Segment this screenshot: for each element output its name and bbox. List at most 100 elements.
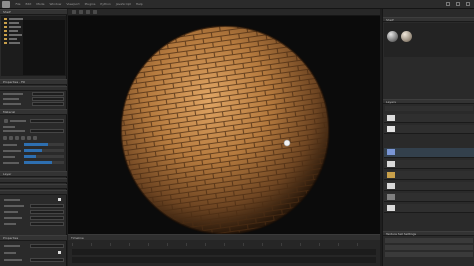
texture-set-header[interactable]: Texture Set Settings <box>383 231 474 236</box>
footer-properties-header[interactable]: Properties <box>0 235 67 241</box>
menu-mode[interactable]: Mode <box>34 0 47 9</box>
property-field[interactable] <box>30 258 64 262</box>
material-preset-icon[interactable] <box>387 31 398 42</box>
tree-item[interactable] <box>9 18 23 20</box>
parameter-slider[interactable] <box>24 155 64 158</box>
channel-icon[interactable] <box>9 136 13 140</box>
checkbox[interactable] <box>58 198 61 201</box>
minimize-icon[interactable] <box>446 2 450 6</box>
property-row <box>3 150 21 152</box>
slider-fill <box>24 161 52 164</box>
property-field[interactable] <box>30 216 64 220</box>
layer-row[interactable] <box>384 193 474 202</box>
property-field[interactable] <box>32 97 64 101</box>
layer-title: Layer <box>3 172 12 176</box>
shelf-title: Shelf <box>3 10 11 14</box>
display-icon[interactable] <box>86 10 90 14</box>
properties-header[interactable]: Properties - Fill <box>0 79 67 85</box>
maximize-icon[interactable] <box>456 2 460 6</box>
material-sphere[interactable] <box>68 16 380 234</box>
subsection-header[interactable] <box>0 178 67 183</box>
slider-fill <box>24 155 36 158</box>
texture-set-row[interactable] <box>385 252 473 257</box>
channel-icon[interactable] <box>33 136 37 140</box>
layer-thumbnail <box>387 115 395 121</box>
shelf-header[interactable]: Shelf <box>0 9 67 15</box>
camera-icon[interactable] <box>79 10 83 14</box>
property-row <box>3 103 21 105</box>
channel-icon[interactable] <box>3 136 7 140</box>
menu-window[interactable]: Window <box>47 0 64 9</box>
folder-icon <box>4 38 7 40</box>
property-field[interactable] <box>32 92 64 96</box>
layer-thumbnail <box>387 194 395 200</box>
tree-item[interactable] <box>9 30 18 32</box>
timeline-ruler[interactable] <box>72 243 376 246</box>
property-row <box>4 205 24 207</box>
texture-set-row[interactable] <box>385 238 473 243</box>
folder-icon <box>4 34 7 36</box>
menu-bar: File Edit Mode Window Viewport Plugins P… <box>0 0 474 9</box>
tree-item[interactable] <box>9 34 22 36</box>
menu-file[interactable]: File <box>13 0 23 9</box>
properties-title: Properties - Fill <box>3 80 26 84</box>
property-field[interactable] <box>30 222 64 226</box>
menu-viewport[interactable]: Viewport <box>64 0 82 9</box>
parameter-slider[interactable] <box>24 149 64 152</box>
menu-javascript[interactable]: JavaScript <box>113 0 133 9</box>
tree-item[interactable] <box>9 26 21 28</box>
property-field[interactable] <box>30 244 64 248</box>
layer-thumbnail <box>387 161 395 167</box>
layer-row[interactable] <box>384 114 474 123</box>
shelf-header[interactable]: Shelf <box>383 17 474 22</box>
layer-row[interactable] <box>384 160 474 169</box>
menu-python[interactable]: Python <box>98 0 113 9</box>
layer-thumbnail <box>387 183 395 189</box>
tree-item[interactable] <box>9 22 19 24</box>
layer-row[interactable] <box>384 204 474 213</box>
channel-icon[interactable] <box>15 136 19 140</box>
property-field[interactable] <box>30 129 64 133</box>
property-field[interactable] <box>30 204 64 208</box>
menu-plugins[interactable]: Plugins <box>82 0 98 9</box>
subsection-header[interactable] <box>0 190 67 195</box>
menu-help[interactable]: Help <box>133 0 145 9</box>
checkbox[interactable] <box>58 251 61 254</box>
3d-viewport[interactable] <box>68 16 380 234</box>
property-row <box>3 144 17 146</box>
slider-fill <box>24 149 42 152</box>
close-icon[interactable] <box>466 2 470 6</box>
shelf-preview <box>23 20 65 75</box>
shelf-area <box>384 23 474 57</box>
property-field[interactable] <box>30 210 64 214</box>
material-header[interactable]: Material <box>0 109 67 115</box>
view-mode-icon[interactable] <box>72 10 76 14</box>
timeline-track[interactable] <box>72 257 376 263</box>
parameter-slider[interactable] <box>24 143 64 146</box>
channel-icon[interactable] <box>27 136 31 140</box>
subsection-header[interactable] <box>0 184 67 189</box>
tree-item[interactable] <box>9 42 20 44</box>
property-field[interactable] <box>30 119 64 123</box>
layer-row[interactable] <box>384 125 474 134</box>
timeline-track[interactable] <box>72 249 376 255</box>
channel-icon[interactable] <box>21 136 25 140</box>
layer-row[interactable] <box>384 148 474 158</box>
layer-row[interactable] <box>384 182 474 191</box>
menu-edit[interactable]: Edit <box>23 0 34 9</box>
tree-item[interactable] <box>9 38 17 40</box>
eye-icon[interactable] <box>4 119 8 123</box>
property-row <box>3 93 23 95</box>
texture-set-row[interactable] <box>385 245 473 250</box>
layer-row[interactable] <box>384 171 474 180</box>
layer-header[interactable]: Layer <box>0 171 67 177</box>
layer-thumbnail <box>387 172 395 178</box>
layer-thumbnail <box>387 126 395 132</box>
material-preset-icon[interactable] <box>401 31 412 42</box>
subsection-header[interactable] <box>0 86 67 91</box>
render-icon[interactable] <box>93 10 97 14</box>
property-row <box>4 211 18 213</box>
property-field[interactable] <box>32 102 64 106</box>
layers-header[interactable]: Layers <box>383 99 474 104</box>
parameter-slider[interactable] <box>24 161 64 164</box>
